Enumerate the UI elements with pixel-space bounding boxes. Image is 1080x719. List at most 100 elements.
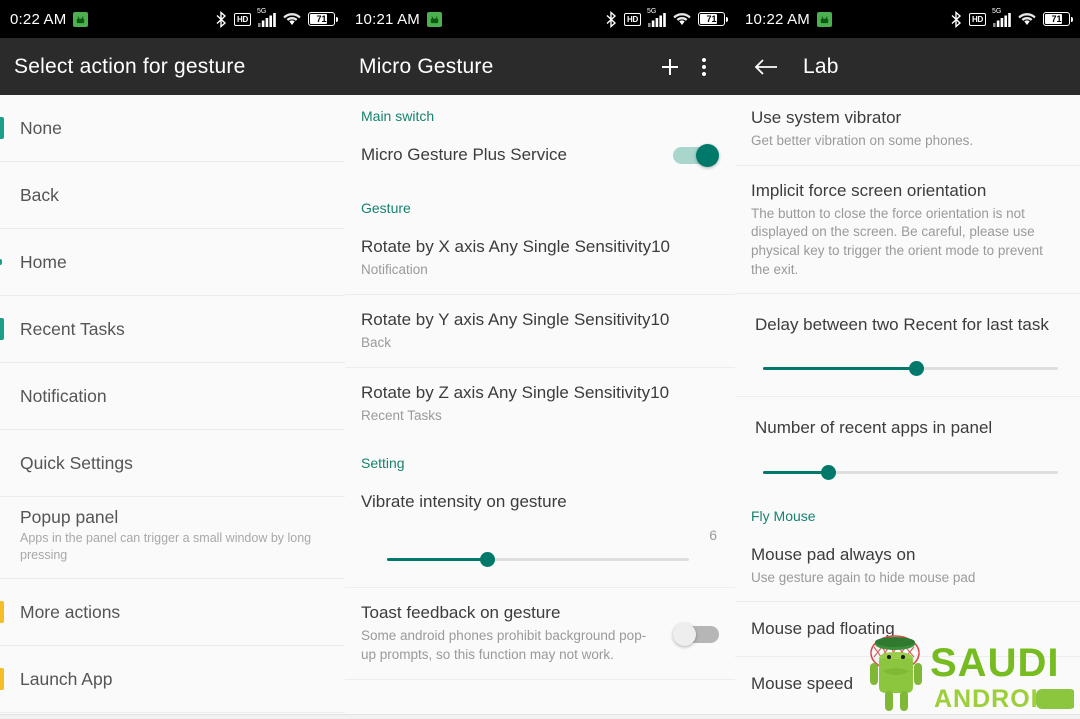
row-sublabel: Notification	[361, 262, 428, 278]
choice-label: Launch App	[20, 668, 113, 689]
row-sublabel: Recent Tasks	[361, 407, 442, 423]
nav-bar-sliver-2	[345, 714, 735, 719]
row-label: Micro Gesture Plus Service	[361, 145, 567, 164]
hd-icon: HD	[624, 12, 641, 26]
row-label: Number of recent apps in panel	[755, 418, 993, 438]
status-icons-1: HD 5G 71	[215, 8, 338, 28]
choice-row-recent-tasks[interactable]: Recent Tasks	[0, 296, 345, 363]
section-header-gesture: Gesture	[345, 180, 735, 223]
section-header-fly-mouse: Fly Mouse	[735, 499, 1080, 530]
marker-icon-more-actions	[0, 601, 4, 623]
row-number-of-recent-apps[interactable]: Number of recent apps in panel	[735, 397, 1080, 500]
bluetooth-icon	[216, 10, 227, 28]
row-sublabel: Use gesture again to hide mouse pad	[751, 569, 976, 585]
android-app-icon	[816, 11, 832, 27]
choice-row-quick-settings[interactable]: Quick Settings	[0, 430, 345, 497]
row-implicit-force-screen-orientation[interactable]: Implicit force screen orientation The bu…	[735, 165, 1080, 295]
battery-icon: 71	[1043, 12, 1073, 26]
toolbar-2: Micro Gesture	[345, 38, 735, 95]
number-of-recent-apps-slider[interactable]	[763, 458, 1058, 486]
signal-icon: 5G	[257, 8, 276, 27]
row-label: Vibrate intensity on gesture	[361, 492, 567, 512]
row-gesture-z-axis[interactable]: Rotate by Z axis Any Single Sensitivity1…	[345, 367, 735, 440]
toolbar-1: Select action for gesture	[0, 38, 345, 95]
row-mouse-pad-always-on[interactable]: Mouse pad always on Use gesture again to…	[735, 529, 1080, 603]
choice-row-home[interactable]: Home	[0, 229, 345, 296]
choice-label: None	[20, 117, 62, 138]
row-delay-between-two-recent[interactable]: Delay between two Recent for last task	[735, 294, 1080, 398]
choice-label: Quick Settings	[20, 452, 133, 473]
marker-icon-launch-app	[0, 668, 4, 690]
page-title-1: Select action for gesture	[14, 54, 246, 78]
choice-label: More actions	[20, 601, 121, 622]
bluetooth-icon	[951, 10, 962, 28]
status-bar-3: 10:22 AM HD 5G 71	[735, 0, 1080, 38]
panel-micro-gesture: 10:21 AM HD 5G 71 Micro Gesture Main swi…	[345, 0, 735, 719]
section-header-main-switch: Main switch	[345, 95, 735, 130]
marker-icon-none	[0, 117, 4, 139]
android-app-icon	[73, 11, 89, 27]
row-label: Mouse speed	[751, 674, 854, 694]
row-sublabel: Back	[361, 334, 392, 350]
toolbar-3: Lab	[735, 38, 1080, 95]
row-sublabel: Get better vibration on some phones.	[751, 133, 974, 149]
choice-row-notification[interactable]: Notification	[0, 363, 345, 430]
bluetooth-icon	[606, 10, 617, 28]
row-use-system-vibrator[interactable]: Use system vibrator Get better vibration…	[735, 95, 1080, 166]
hd-icon: HD	[234, 12, 251, 26]
battery-icon: 71	[308, 12, 338, 26]
choice-row-back[interactable]: Back	[0, 162, 345, 229]
wifi-icon	[283, 13, 301, 26]
action-choice-list[interactable]: None Back Home Recent Tasks Notification…	[0, 95, 345, 719]
overflow-menu-icon[interactable]	[687, 50, 721, 84]
micro-gesture-settings-list[interactable]: Main switch Micro Gesture Plus Service G…	[345, 95, 735, 719]
choice-row-launch-app[interactable]: Launch App	[0, 646, 345, 713]
row-label: Mouse pad always on	[751, 544, 916, 564]
choice-row-none[interactable]: None	[0, 95, 345, 162]
wifi-icon	[673, 13, 691, 26]
back-arrow-icon[interactable]	[749, 50, 783, 84]
row-micro-gesture-plus-service[interactable]: Micro Gesture Plus Service	[345, 130, 735, 181]
row-sublabel: The button to close the force orientatio…	[751, 205, 1043, 277]
vibrate-intensity-slider[interactable]	[387, 545, 689, 573]
signal-icon: 5G	[992, 8, 1011, 27]
marker-icon-home	[0, 259, 2, 265]
choice-label: Back	[20, 184, 59, 205]
row-label: Rotate by Z axis Any Single Sensitivity1…	[361, 382, 670, 402]
choice-label: Recent Tasks	[20, 318, 125, 339]
row-gesture-y-axis[interactable]: Rotate by Y axis Any Single Sensitivity1…	[345, 294, 735, 368]
toast-feedback-toggle[interactable]	[673, 622, 719, 646]
three-panel-screenshot: 0:22 AM HD 5G 71 Select action for gestu…	[0, 0, 1080, 719]
row-label: Toast feedback on gesture	[361, 603, 561, 623]
nav-bar-sliver-1	[0, 714, 345, 719]
choice-label: Notification	[20, 385, 107, 406]
choice-row-more-actions[interactable]: More actions	[0, 579, 345, 646]
battery-icon: 71	[698, 12, 728, 26]
row-label: Implicit force screen orientation	[751, 180, 987, 200]
choice-label: Home	[20, 251, 67, 272]
add-icon[interactable]	[653, 50, 687, 84]
status-icons-2: HD 5G 71	[605, 8, 728, 28]
row-label: Delay between two Recent for last task	[755, 315, 1049, 335]
signal-icon: 5G	[647, 8, 666, 27]
status-bar-1: 0:22 AM HD 5G 71	[0, 0, 345, 38]
row-toast-feedback[interactable]: Toast feedback on gesture Some android p…	[345, 588, 735, 680]
row-gesture-x-axis[interactable]: Rotate by X axis Any Single Sensitivity1…	[345, 222, 735, 295]
status-time: 0:22 AM	[10, 10, 67, 28]
choice-row-popup-panel[interactable]: Popup panel Apps in the panel can trigge…	[0, 497, 345, 579]
marker-icon-quick-settings	[0, 452, 4, 474]
row-mouse-pad-floating[interactable]: Mouse pad floating	[735, 602, 1080, 658]
micro-gesture-plus-service-toggle[interactable]	[673, 144, 719, 168]
section-header-setting: Setting	[345, 439, 735, 478]
panel-lab: 10:22 AM HD 5G 71 Lab Use system vibrato…	[735, 0, 1080, 719]
lab-settings-list[interactable]: Use system vibrator Get better vibration…	[735, 95, 1080, 719]
row-label: Rotate by X axis Any Single Sensitivity1…	[361, 237, 670, 257]
choice-label: Popup panel	[20, 507, 119, 527]
delay-between-two-recent-slider[interactable]	[763, 354, 1058, 382]
page-title-3: Lab	[803, 54, 839, 78]
status-icons-3: HD 5G 71	[950, 8, 1073, 28]
row-vibrate-intensity[interactable]: Vibrate intensity on gesture 6	[345, 477, 735, 589]
page-title-2: Micro Gesture	[359, 54, 494, 78]
row-mouse-speed[interactable]: Mouse speed	[735, 657, 1080, 712]
status-time: 10:21 AM	[355, 10, 420, 28]
